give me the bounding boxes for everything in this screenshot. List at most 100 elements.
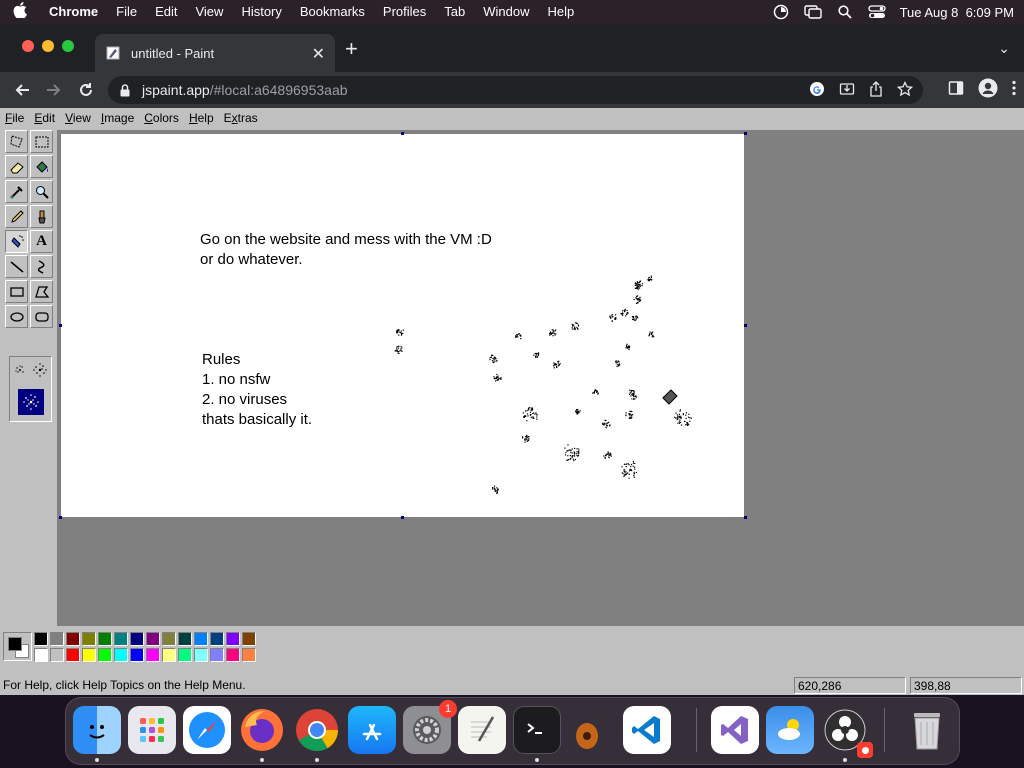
palette-swatch[interactable] [162,632,176,646]
palette-swatch[interactable] [130,632,144,646]
pencil-tool[interactable] [5,205,28,228]
palette-swatch[interactable] [194,632,208,646]
menubar-view[interactable]: View [186,0,232,24]
address-bar[interactable]: jspaint.app/#local:a64896953aab [108,76,923,104]
paint-menu-colors[interactable]: Colors [139,111,184,125]
text-tool[interactable]: A [30,230,53,253]
color-picker-tool[interactable] [5,180,28,203]
palette-swatch[interactable] [210,648,224,662]
tab-close-icon[interactable]: ✕ [312,44,325,64]
resize-handle-right[interactable] [744,324,747,327]
palette-swatch[interactable] [50,648,64,662]
paint-menu-help[interactable]: Help [184,111,219,125]
airbrush-large-option-icon[interactable] [18,389,44,415]
menubar-window[interactable]: Window [474,0,538,24]
control-center-icon[interactable] [867,5,886,19]
vscode-icon[interactable] [623,706,671,754]
close-window-button[interactable] [22,40,34,52]
maximize-window-button[interactable] [62,40,74,52]
rectangle-tool[interactable] [5,280,28,303]
obs-icon[interactable] [821,706,873,758]
google-icon[interactable] [809,81,825,100]
system-settings-icon[interactable]: 1 [403,700,457,754]
textedit-icon[interactable] [458,706,506,754]
menubar-tab[interactable]: Tab [435,0,474,24]
resize-handle-left[interactable] [59,324,62,327]
palette-swatch[interactable] [82,632,96,646]
screen-mirroring-icon[interactable] [803,5,822,19]
paint-menu-edit[interactable]: Edit [29,111,60,125]
line-tool[interactable] [5,255,28,278]
palette-swatch[interactable] [178,648,192,662]
menubar-bookmarks[interactable]: Bookmarks [291,0,374,24]
lock-icon[interactable] [120,83,134,97]
palette-swatch[interactable] [210,632,224,646]
terminal-icon[interactable] [513,706,561,754]
polygon-tool[interactable] [30,280,53,303]
menubar-profiles[interactable]: Profiles [374,0,435,24]
chrome-icon[interactable] [293,706,341,754]
palette-swatch[interactable] [146,632,160,646]
palette-swatch[interactable] [50,632,64,646]
airbrush-small-option-icon[interactable] [13,363,27,382]
palette-swatch[interactable] [66,632,80,646]
share-icon[interactable] [869,80,883,100]
install-app-icon[interactable] [839,81,855,100]
resize-handle-bottom-right[interactable] [744,516,747,519]
menubar-help[interactable]: Help [539,0,584,24]
rounded-rectangle-tool[interactable] [30,305,53,328]
profile-avatar-icon[interactable] [978,78,998,103]
rectangle-select-tool[interactable] [30,130,53,153]
free-form-select-tool[interactable] [5,130,28,153]
brush-tool[interactable] [30,205,53,228]
palette-swatch[interactable] [114,632,128,646]
safari-icon[interactable] [183,706,231,754]
apple-icon[interactable] [0,2,40,22]
current-colors[interactable] [3,632,32,661]
drawing-canvas[interactable]: Go on the website and mess with the VM :… [61,134,744,517]
finder-icon[interactable] [73,706,121,754]
more-options-icon[interactable] [1012,80,1016,101]
paint-menu-view[interactable]: View [60,111,96,125]
palette-swatch[interactable] [178,632,192,646]
launchpad-icon[interactable] [128,706,176,754]
visual-studio-icon[interactable] [711,706,759,754]
magnifier-tool[interactable] [30,180,53,203]
weather-icon[interactable] [766,706,814,754]
resize-handle-top[interactable] [401,132,404,135]
palette-swatch[interactable] [242,632,256,646]
back-button[interactable] [10,78,34,102]
palette-swatch[interactable] [98,648,112,662]
palette-swatch[interactable] [130,648,144,662]
paint-menu-extras[interactable]: Extras [219,111,263,125]
app-store-icon[interactable] [348,706,396,754]
new-tab-button[interactable]: + [345,38,358,60]
resize-handle-bottom[interactable] [401,516,404,519]
forward-button[interactable] [42,78,66,102]
minimize-window-button[interactable] [42,40,54,52]
primary-color[interactable] [8,637,22,651]
palette-swatch[interactable] [146,648,160,662]
menubar-app-name[interactable]: Chrome [40,0,107,24]
resize-handle-top-right[interactable] [744,132,747,135]
palette-swatch[interactable] [242,648,256,662]
palette-swatch[interactable] [66,648,80,662]
palette-swatch[interactable] [162,648,176,662]
menubar-history[interactable]: History [232,0,290,24]
airbrush-tool[interactable] [5,230,28,253]
firefox-icon[interactable] [238,706,286,754]
eraser-tool[interactable] [5,155,28,178]
palette-swatch[interactable] [98,632,112,646]
palette-swatch[interactable] [194,648,208,662]
palette-swatch[interactable] [226,632,240,646]
menubar-file[interactable]: File [107,0,146,24]
ellipse-tool[interactable] [5,305,28,328]
side-panel-icon[interactable] [948,80,964,101]
curve-tool[interactable] [30,255,53,278]
resize-handle-bottom-left[interactable] [59,516,62,519]
menubar-edit[interactable]: Edit [146,0,186,24]
palette-swatch[interactable] [34,632,48,646]
palette-swatch[interactable] [34,648,48,662]
palette-swatch[interactable] [226,648,240,662]
spotlight-search-icon[interactable] [836,5,854,19]
